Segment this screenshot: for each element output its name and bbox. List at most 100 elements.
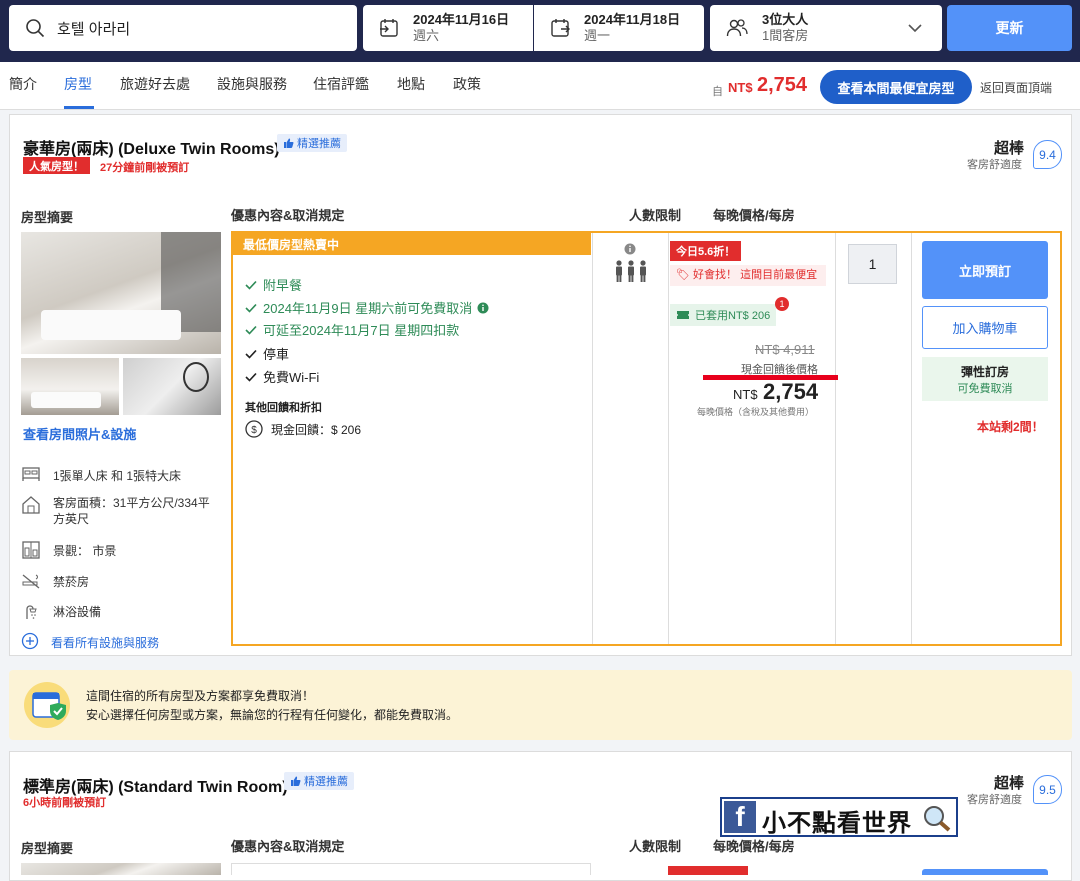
see-all-amenities-link[interactable]: 看看所有設施與服務 — [21, 632, 221, 651]
feature-breakfast: 附早餐 — [245, 275, 302, 294]
checkin-day: 週六 — [413, 28, 440, 43]
occupancy-header: 人數限制 — [629, 208, 682, 223]
active-tab-indicator — [64, 106, 94, 109]
original-price: NT$ 4,911 — [755, 342, 815, 357]
tab-location[interactable]: 地點 — [397, 74, 425, 94]
rewards-title: 其他回饋和折扣 — [245, 402, 322, 414]
divider — [668, 233, 669, 644]
facebook-logo-icon: f — [724, 801, 756, 833]
deal-box — [231, 863, 591, 875]
people-icon — [726, 19, 748, 37]
rooms-left: 本站剩2間！ — [977, 420, 1044, 434]
score-bubble: 9.4 — [1033, 140, 1062, 169]
check-icon — [245, 372, 257, 382]
amenity-nonsmoking-text: 禁菸房 — [53, 575, 90, 589]
view-cheapest-button[interactable]: 查看本間最便宜房型 — [820, 70, 972, 104]
checkin-field[interactable]: 2024年11月16日 週六 — [363, 5, 533, 51]
amenity-size-text: 客房面積：31平方公尺/334平方英尺 — [53, 496, 210, 526]
add-to-cart-button[interactable]: 加入購物車 — [922, 306, 1048, 349]
best-deal-text: 好會找！ 這間目前最便宜 — [693, 269, 818, 281]
check-icon — [245, 280, 257, 290]
coupon-applied: 已套用NT$ 206 — [670, 304, 777, 326]
offers-header: 優惠內容&取消規定 — [231, 208, 345, 223]
price-note: 每晚價格（含稅及其他費用） — [697, 407, 815, 417]
booked-recently: 6小時前剛被預訂 — [23, 797, 107, 809]
guests-count: 3位大人 — [762, 12, 809, 27]
feature-free-cancel: 2024年11月9日 星期六前可免費取消 — [245, 298, 489, 317]
feature-parking: 停車 — [245, 344, 289, 363]
tab-reviews[interactable]: 住宿評鑑 — [313, 74, 369, 94]
search-input[interactable] — [57, 19, 337, 37]
checkout-date: 2024年11月18日 — [584, 12, 681, 27]
popular-badge: 人氣房型！ — [23, 157, 90, 174]
room-photo-main[interactable] — [21, 863, 221, 875]
check-icon — [245, 303, 257, 313]
tab-facilities[interactable]: 設施與服務 — [217, 74, 287, 94]
recommend-badge: 精選推薦 — [277, 134, 347, 152]
checkout-day: 週一 — [584, 28, 611, 43]
free-cancel-banner — [9, 670, 1072, 740]
score-label: 超棒 — [994, 775, 1025, 792]
guests-selector[interactable]: 3位大人 1間客房 — [710, 5, 942, 51]
final-price-currency: NT$ — [733, 387, 758, 402]
shower-icon — [26, 605, 37, 619]
svg-text:$: $ — [251, 425, 257, 436]
check-icon — [245, 349, 257, 359]
see-all-text: 看看所有設施與服務 — [51, 636, 160, 650]
check-icon — [245, 325, 257, 335]
amenity-size: 客房面積：31平方公尺/334平方英尺 — [21, 495, 221, 527]
feature-wifi-text: 免費Wi-Fi — [263, 370, 320, 385]
room-quantity-select[interactable]: 1 — [848, 244, 897, 284]
checkout-field[interactable]: 2024年11月18日 週一 — [534, 5, 704, 51]
cashback-text: 現金回饋：$ 206 — [271, 422, 362, 437]
recommend-badge: 精選推薦 — [284, 772, 354, 790]
checkin-date: 2024年11月16日 — [413, 12, 510, 27]
tab-attractions[interactable]: 旅遊好去處 — [120, 74, 190, 94]
feature-wifi: 免費Wi-Fi — [245, 367, 319, 386]
occupancy-header: 人數限制 — [629, 839, 682, 854]
divider — [911, 233, 912, 644]
ticket-icon — [677, 311, 689, 319]
view-photos-link[interactable]: 查看房間照片&設施 — [23, 424, 136, 443]
flexible-sub: 可免費取消 — [957, 383, 1013, 395]
book-now-button[interactable] — [922, 869, 1048, 875]
amenity-nonsmoking: 禁菸房 — [21, 571, 221, 591]
thumbs-up-icon — [291, 776, 301, 786]
house-size-icon — [22, 496, 40, 514]
chevron-down-icon — [908, 24, 922, 33]
calendar-shield-icon — [24, 682, 70, 728]
discount-tag — [668, 866, 748, 875]
amenity-shower: 淋浴設備 — [21, 601, 221, 621]
room-photo-thumb-2[interactable] — [123, 358, 221, 415]
book-now-button[interactable]: 立即預訂 — [922, 241, 1048, 299]
blog-watermark: f 小不點看世界 — [720, 797, 958, 837]
rooms-count: 1間客房 — [762, 28, 809, 43]
search-box[interactable] — [9, 5, 357, 51]
room-photo-thumb-1[interactable] — [21, 358, 119, 415]
coupon-text: 已套用NT$ 206 — [695, 310, 771, 322]
feature-parking-text: 停車 — [263, 347, 290, 362]
price-from-label: 自 — [712, 86, 723, 98]
calendar-out-icon — [551, 19, 570, 37]
banner-line-1: 這間住宿的所有房型及方案都享免費取消！ — [86, 689, 315, 703]
price-currency: NT$ — [728, 80, 753, 95]
room-photo-main[interactable] — [21, 232, 221, 354]
price-header: 每晚價格/每房 — [713, 839, 795, 854]
tab-rooms[interactable]: 房型 — [64, 74, 92, 94]
amenity-view-text: 景觀： 市景 — [53, 544, 117, 558]
tab-policies[interactable]: 政策 — [453, 74, 481, 94]
cashback-row: $ 現金回饋：$ 206 — [245, 420, 361, 438]
search-icon — [26, 19, 45, 38]
score-bubble: 9.5 — [1033, 775, 1062, 804]
tab-overview[interactable]: 簡介 — [9, 74, 37, 94]
update-button[interactable]: 更新 — [947, 5, 1072, 51]
feature-pay-later: 可延至2024年11月7日 星期四扣款 — [245, 320, 459, 339]
info-icon[interactable] — [477, 302, 489, 314]
best-deal-notice: 🏷 好會找！ 這間目前最便宜 — [670, 265, 826, 286]
price-header: 每晚價格/每房 — [713, 208, 795, 223]
info-icon[interactable] — [624, 243, 636, 255]
three-people-icon — [616, 260, 646, 282]
back-to-top-link[interactable]: 返回頁面頂端 — [980, 79, 1052, 96]
feature-breakfast-text: 附早餐 — [263, 278, 303, 293]
calendar-in-icon — [380, 19, 398, 37]
